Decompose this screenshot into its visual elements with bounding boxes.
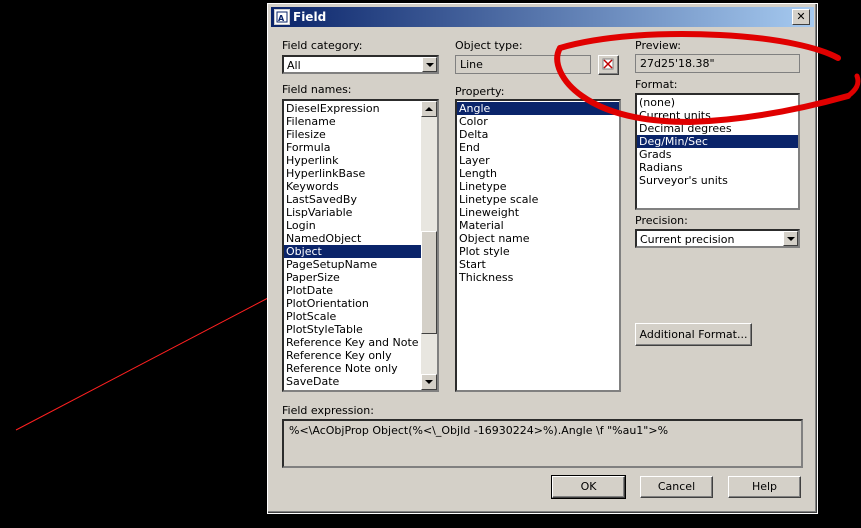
field-expression-value: %<\AcObjProp Object(%<\_ObjId -16930224>… — [289, 424, 669, 437]
field-category-select[interactable]: All — [282, 55, 439, 74]
list-item[interactable]: Filename — [284, 115, 437, 128]
field-names-label: Field names: — [282, 83, 352, 96]
list-item[interactable]: PlotStyleTable — [284, 323, 437, 336]
format-list[interactable]: (none) Current units Decimal degrees Deg/Mi… — [635, 93, 800, 210]
list-item[interactable]: Reference Key only — [284, 349, 437, 362]
list-item[interactable]: Plot style — [457, 245, 619, 258]
close-icon: ✕ — [796, 10, 806, 23]
cancel-button[interactable]: Cancel — [640, 476, 713, 498]
field-category-label: Field category: — [282, 39, 363, 52]
list-item[interactable]: Current units — [637, 109, 798, 122]
preview-value: 27d25'18.38" — [640, 57, 715, 70]
list-item[interactable]: Login — [284, 219, 437, 232]
title-bar[interactable]: A Field ✕ — [271, 7, 814, 27]
list-item[interactable]: Length — [457, 167, 619, 180]
app-icon: A — [274, 9, 290, 25]
list-item[interactable]: Linetype scale — [457, 193, 619, 206]
preview-field: 27d25'18.38" — [635, 54, 800, 73]
field-category-value: All — [287, 59, 301, 72]
list-item[interactable]: HyperlinkBase — [284, 167, 437, 180]
svg-text:A: A — [278, 14, 285, 23]
list-item[interactable]: Thickness — [457, 271, 619, 284]
list-item[interactable]: Object name — [457, 232, 619, 245]
dialog-title: Field — [293, 10, 327, 24]
list-item[interactable]: PlotScale — [284, 310, 437, 323]
list-item[interactable]: Hyperlink — [284, 154, 437, 167]
property-items: Angle Color Delta End Layer Length Linetype Lin… — [457, 101, 619, 284]
list-item[interactable]: PlotOrientation — [284, 297, 437, 310]
chevron-down-icon[interactable] — [422, 57, 437, 72]
scroll-up-button[interactable] — [421, 101, 437, 117]
object-type-field: Line — [455, 55, 591, 74]
field-names-scrollbar[interactable] — [421, 101, 437, 390]
list-item[interactable]: Radians — [637, 161, 798, 174]
list-item[interactable]: Color — [457, 115, 619, 128]
scroll-thumb[interactable] — [421, 231, 437, 334]
list-item[interactable]: Angle — [457, 102, 619, 115]
list-item[interactable]: Material — [457, 219, 619, 232]
list-item[interactable]: DieselExpression — [284, 102, 437, 115]
object-type-label: Object type: — [455, 39, 523, 52]
field-dialog: A Field ✕ Field category: All Field name… — [267, 3, 818, 514]
list-item[interactable]: Formula — [284, 141, 437, 154]
field-expression-box[interactable]: %<\AcObjProp Object(%<\_ObjId -16930224>… — [282, 419, 803, 468]
object-type-value: Line — [460, 58, 483, 71]
ok-button[interactable]: OK — [551, 475, 626, 499]
list-item[interactable]: Filesize — [284, 128, 437, 141]
list-item[interactable]: (none) — [637, 96, 798, 109]
select-object-button[interactable] — [598, 55, 619, 75]
field-names-list[interactable]: DieselExpression Filename Filesize Formula H… — [282, 99, 439, 392]
precision-value: Current precision — [640, 233, 735, 246]
close-button[interactable]: ✕ — [792, 9, 810, 25]
list-item[interactable]: PageSetupName — [284, 258, 437, 271]
list-item[interactable]: Decimal degrees — [637, 122, 798, 135]
list-item[interactable]: PaperSize — [284, 271, 437, 284]
chevron-down-icon[interactable] — [783, 231, 798, 246]
list-item[interactable]: Start — [457, 258, 619, 271]
list-item[interactable]: Lineweight — [457, 206, 619, 219]
list-item[interactable]: Grads — [637, 148, 798, 161]
precision-select[interactable]: Current precision — [635, 229, 800, 248]
select-object-icon — [602, 58, 614, 70]
additional-format-button[interactable]: Additional Format... — [635, 323, 752, 346]
list-item[interactable]: Object — [284, 245, 437, 258]
list-item[interactable]: Surveyor's units — [637, 174, 798, 187]
scroll-down-button[interactable] — [421, 374, 437, 390]
list-item[interactable]: PlotDate — [284, 284, 437, 297]
format-items: (none) Current units Decimal degrees Deg/Mi… — [637, 95, 798, 187]
list-item[interactable]: SaveDate — [284, 375, 437, 388]
list-item[interactable]: Reference Note only — [284, 362, 437, 375]
list-item[interactable]: Reference Key and Note — [284, 336, 437, 349]
help-button[interactable]: Help — [728, 476, 801, 498]
format-label: Format: — [635, 78, 678, 91]
list-item[interactable]: NamedObject — [284, 232, 437, 245]
property-list[interactable]: Angle Color Delta End Layer Length Linetype Lin… — [455, 99, 621, 392]
list-item[interactable]: Keywords — [284, 180, 437, 193]
list-item[interactable]: End — [457, 141, 619, 154]
list-item[interactable]: Linetype — [457, 180, 619, 193]
field-names-items: DieselExpression Filename Filesize Formula H… — [284, 101, 437, 388]
precision-label: Precision: — [635, 214, 688, 227]
list-item[interactable]: Delta — [457, 128, 619, 141]
field-expression-label: Field expression: — [282, 404, 374, 417]
list-item[interactable]: LispVariable — [284, 206, 437, 219]
preview-label: Preview: — [635, 39, 681, 52]
property-label: Property: — [455, 85, 505, 98]
list-item[interactable]: LastSavedBy — [284, 193, 437, 206]
list-item[interactable]: Deg/Min/Sec — [637, 135, 798, 148]
list-item[interactable]: Layer — [457, 154, 619, 167]
